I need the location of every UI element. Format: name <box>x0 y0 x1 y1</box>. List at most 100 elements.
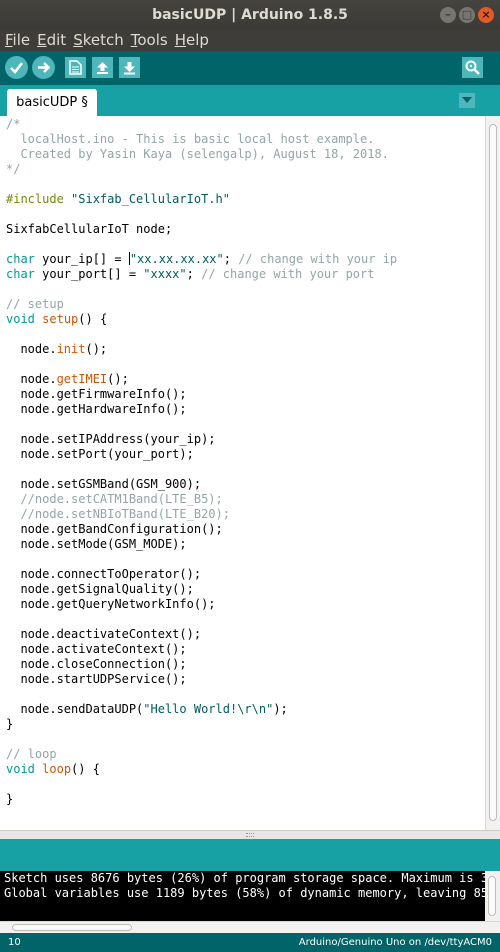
code-line[interactable] <box>6 177 397 192</box>
code-line[interactable]: char your_port[] = "xxxx"; // change wit… <box>6 267 397 282</box>
code-token: (); <box>107 372 129 386</box>
code-line[interactable]: node.setGSMBand(GSM_900); <box>6 477 397 492</box>
code-line[interactable]: node.setPort(your_port); <box>6 447 397 462</box>
code-line[interactable]: // setup <box>6 297 397 312</box>
code-line[interactable]: node.getBandConfiguration(); <box>6 522 397 537</box>
pane-splitter[interactable] <box>0 830 500 839</box>
editor-vertical-scrollbar[interactable] <box>485 116 500 830</box>
code-token: char <box>6 252 35 266</box>
code-token: () { <box>78 312 108 326</box>
code-line[interactable]: } <box>6 792 397 807</box>
open-button[interactable] <box>92 57 113 78</box>
code-line[interactable]: void loop() { <box>6 762 397 777</box>
menu-tools[interactable]: Tools <box>131 30 168 51</box>
code-line[interactable] <box>6 357 397 372</box>
code-token: setup <box>42 312 79 326</box>
code-text[interactable]: /* localHost.ino - This is basic local h… <box>6 117 397 807</box>
code-line[interactable]: node.getHardwareInfo(); <box>6 402 397 417</box>
code-line[interactable]: */ <box>6 162 397 177</box>
code-line[interactable] <box>6 732 397 747</box>
new-icon <box>69 60 82 75</box>
tab-menu-button[interactable] <box>459 93 475 108</box>
code-token: } <box>6 717 14 731</box>
code-line[interactable]: //node.setCATM1Band(LTE_B5); <box>6 492 397 507</box>
console-scroll-thumb[interactable] <box>488 876 496 916</box>
console-output[interactable]: Sketch uses 8676 bytes (26%) of program … <box>0 871 485 921</box>
code-token: // change with your ip <box>238 252 398 266</box>
code-token: init <box>56 342 86 356</box>
code-token: node.closeConnection(); <box>6 657 187 671</box>
code-line[interactable]: SixfabCellularIoT node; <box>6 222 397 237</box>
code-line[interactable]: node.getFirmwareInfo(); <box>6 387 397 402</box>
code-line[interactable]: //node.setNBIoTBand(LTE_B20); <box>6 507 397 522</box>
minimize-button[interactable]: – <box>440 7 456 23</box>
window-controls: – □ × <box>440 7 494 23</box>
code-line[interactable]: node.activateContext(); <box>6 642 397 657</box>
code-token: node.setPort(your_port); <box>6 447 194 461</box>
code-line[interactable]: node.closeConnection(); <box>6 657 397 672</box>
code-line[interactable]: // loop <box>6 747 397 762</box>
code-line[interactable]: localHost.ino - This is basic local host… <box>6 132 397 147</box>
verify-button[interactable] <box>5 56 28 79</box>
close-button[interactable]: × <box>478 7 494 23</box>
code-token: node. <box>6 372 57 386</box>
serial-monitor-button[interactable] <box>462 57 483 78</box>
code-token: /* <box>6 117 21 131</box>
code-token: Created by Yasin Kaya (selengalp), Augus… <box>6 147 389 161</box>
upload-button[interactable] <box>32 56 55 79</box>
code-editor[interactable]: /* localHost.ino - This is basic local h… <box>0 116 485 830</box>
code-token: your_ip[] = <box>34 252 129 266</box>
menu-edit[interactable]: Edit <box>37 30 66 51</box>
code-line[interactable]: node.setMode(GSM_MODE); <box>6 537 397 552</box>
menu-file[interactable]: File <box>5 30 30 51</box>
code-line[interactable]: node.init(); <box>6 342 397 357</box>
splitter-grip[interactable] <box>246 833 254 837</box>
console-hscroll-thumb[interactable] <box>12 924 132 931</box>
code-line[interactable]: node.startUDPService(); <box>6 672 397 687</box>
code-line[interactable]: node.setIPAddress(your_ip); <box>6 432 397 447</box>
code-token: // setup <box>6 297 64 311</box>
code-line[interactable] <box>6 327 397 342</box>
code-line[interactable] <box>6 207 397 222</box>
code-line[interactable]: void setup() { <box>6 312 397 327</box>
maximize-button[interactable]: □ <box>459 7 475 23</box>
verify-icon <box>10 62 24 74</box>
code-token: node.getQueryNetworkInfo(); <box>6 597 216 611</box>
code-line[interactable]: node.getSignalQuality(); <box>6 582 397 597</box>
code-line[interactable] <box>6 237 397 252</box>
save-icon <box>124 62 135 75</box>
new-button[interactable] <box>65 57 86 78</box>
console-horizontal-scrollbar[interactable] <box>0 921 500 933</box>
tab-basicudp[interactable]: basicUDP § <box>7 89 97 116</box>
code-line[interactable]: node.sendDataUDP("Hello World!\r\n"); <box>6 702 397 717</box>
code-line[interactable]: node.getIMEI(); <box>6 372 397 387</box>
code-token: */ <box>6 162 21 176</box>
menu-help[interactable]: Help <box>175 30 209 51</box>
code-line[interactable]: node.connectToOperator(); <box>6 567 397 582</box>
code-line[interactable]: Created by Yasin Kaya (selengalp), Augus… <box>6 147 397 162</box>
code-token: char <box>6 267 35 281</box>
code-token: node.getBandConfiguration(); <box>6 522 223 536</box>
editor-scroll-thumb[interactable] <box>489 124 497 821</box>
toolbar <box>0 51 500 85</box>
code-line[interactable] <box>6 552 397 567</box>
code-line[interactable] <box>6 282 397 297</box>
save-button[interactable] <box>119 57 140 78</box>
code-line[interactable] <box>6 612 397 627</box>
code-token: node.getFirmwareInfo(); <box>6 387 187 401</box>
console-vertical-scrollbar[interactable] <box>485 871 500 921</box>
code-line[interactable] <box>6 777 397 792</box>
code-line[interactable]: node.getQueryNetworkInfo(); <box>6 597 397 612</box>
code-line[interactable] <box>6 687 397 702</box>
code-line[interactable]: node.deactivateContext(); <box>6 627 397 642</box>
code-line[interactable]: #include "Sixfab_CellularIoT.h" <box>6 192 397 207</box>
code-token: void <box>6 762 35 776</box>
menu-sketch[interactable]: Sketch <box>73 30 124 51</box>
code-line[interactable] <box>6 462 397 477</box>
code-line[interactable]: /* <box>6 117 397 132</box>
code-line[interactable]: } <box>6 717 397 732</box>
code-line[interactable] <box>6 417 397 432</box>
line-number: 10 <box>8 937 21 948</box>
code-line[interactable]: char your_ip[] = "xx.xx.xx.xx"; // chang… <box>6 252 397 267</box>
code-token: //node.setCATM1Band(LTE_B5); <box>6 492 223 506</box>
